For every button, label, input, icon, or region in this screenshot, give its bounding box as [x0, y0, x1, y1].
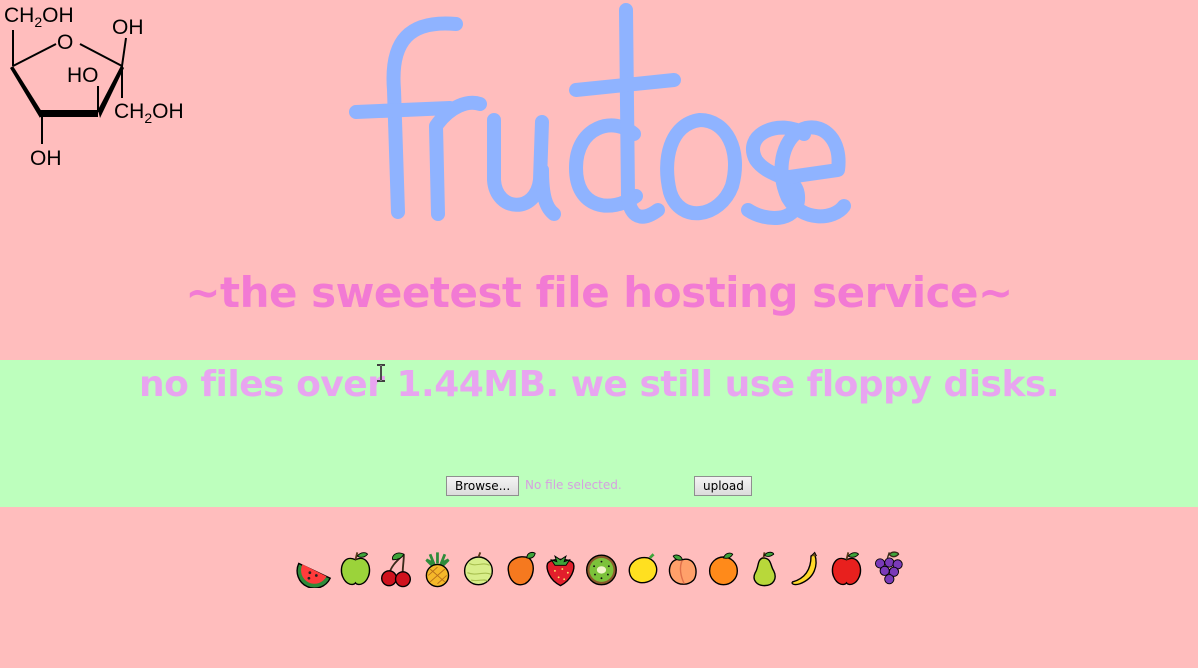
orange-icon	[709, 552, 739, 586]
oh-bottom-label: OH	[30, 147, 62, 170]
file-size-notice: no files over 1.44MB. we still use flopp…	[138, 364, 1060, 405]
ch2oh-right-label: CH2OH	[114, 100, 184, 126]
cherries-icon	[380, 552, 411, 588]
upload-button[interactable]: upload	[694, 476, 752, 496]
grapes-icon	[875, 551, 903, 585]
green-apple-icon	[340, 552, 371, 586]
banana-icon	[791, 551, 818, 586]
upload-form: Browse... No file selected. upload	[446, 476, 756, 496]
fruit-row	[296, 550, 906, 588]
oh-top-right-label: OH	[112, 16, 144, 39]
file-status-text: No file selected.	[525, 478, 622, 492]
tangerine-icon	[507, 552, 536, 586]
fructose-structure-diagram: CH2OH O OH HO CH2OH OH	[4, 4, 184, 170]
kiwi-icon	[585, 554, 617, 586]
ho-inner-label: HO	[67, 64, 99, 87]
pear-icon	[753, 551, 777, 587]
browse-button[interactable]: Browse...	[446, 476, 519, 496]
pineapple-icon	[425, 552, 450, 588]
melon-icon	[463, 552, 493, 586]
strawberry-icon	[546, 554, 575, 587]
lemon-icon	[628, 553, 657, 584]
ring-oxygen-label: O	[57, 31, 73, 54]
tagline: ~the sweetest file hosting service~	[185, 268, 1013, 317]
red-apple-icon	[831, 552, 862, 586]
fructose-logo: fructose	[349, 3, 851, 226]
peach-icon	[669, 554, 698, 585]
text-cursor-icon	[377, 364, 385, 382]
ch2oh-top-left-label: CH2OH	[4, 4, 74, 30]
watermelon-icon	[296, 562, 332, 588]
